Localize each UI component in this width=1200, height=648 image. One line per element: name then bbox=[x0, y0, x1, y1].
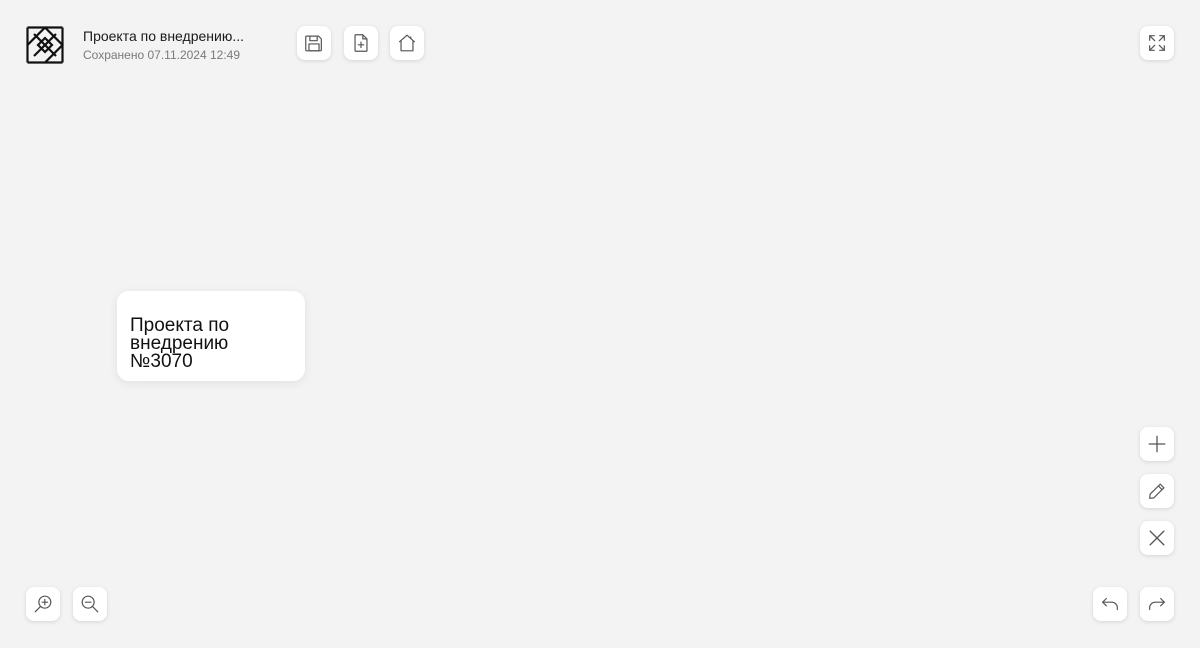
file-plus-icon bbox=[354, 34, 368, 52]
zoom-in-icon bbox=[34, 595, 52, 613]
node-label: Проекта по внедрению №3070 bbox=[130, 315, 230, 372]
home-icon bbox=[398, 34, 416, 52]
mindmap-root-node[interactable]: Проекта по внедрению №3070 bbox=[117, 291, 305, 381]
zoom-in-button[interactable] bbox=[26, 587, 60, 621]
expand-icon bbox=[1149, 35, 1165, 51]
zoom-out-icon bbox=[81, 595, 99, 613]
saved-status: Сохранено 07.11.2024 12:49 bbox=[83, 48, 241, 62]
document-title[interactable]: Проекта по внедрению... bbox=[83, 27, 283, 45]
document-title-block: Проекта по внедрению... Сохранено 07.11.… bbox=[83, 27, 283, 63]
new-file-button[interactable] bbox=[344, 26, 378, 60]
floppy-disk-icon bbox=[305, 35, 322, 52]
undo-button[interactable] bbox=[1093, 587, 1127, 621]
redo-icon bbox=[1149, 597, 1165, 611]
home-button[interactable] bbox=[390, 26, 424, 60]
save-button[interactable] bbox=[297, 26, 331, 60]
pencil-icon bbox=[1149, 483, 1165, 499]
edit-node-button[interactable] bbox=[1140, 474, 1174, 508]
plus-icon bbox=[1148, 435, 1166, 453]
add-node-button[interactable] bbox=[1140, 427, 1174, 461]
undo-icon bbox=[1102, 597, 1118, 611]
logo-icon bbox=[26, 26, 64, 64]
fullscreen-button[interactable] bbox=[1140, 26, 1174, 60]
delete-node-button[interactable] bbox=[1140, 521, 1174, 555]
redo-button[interactable] bbox=[1140, 587, 1174, 621]
app-logo[interactable] bbox=[26, 26, 64, 64]
zoom-out-button[interactable] bbox=[73, 587, 107, 621]
close-icon bbox=[1149, 530, 1165, 546]
